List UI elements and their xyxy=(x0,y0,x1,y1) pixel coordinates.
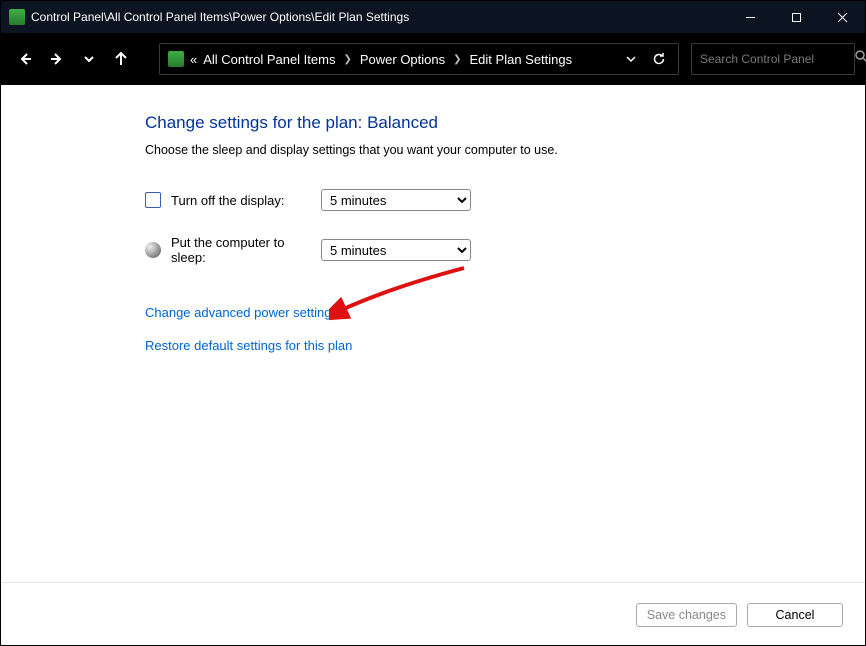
chevron-right-icon[interactable]: ❯ xyxy=(451,54,463,65)
save-button: Save changes xyxy=(636,603,737,627)
action-row: Save changes Cancel xyxy=(636,603,843,627)
titlebar: Control Panel\All Control Panel Items\Po… xyxy=(1,1,865,33)
back-button[interactable] xyxy=(11,45,39,73)
setting-label: Turn off the display: xyxy=(171,193,321,208)
monitor-icon xyxy=(145,192,161,208)
address-dropdown-button[interactable] xyxy=(620,54,642,64)
chevron-right-icon[interactable]: ❯ xyxy=(341,54,353,65)
address-bar[interactable]: « All Control Panel Items ❯ Power Option… xyxy=(159,43,679,75)
forward-button[interactable] xyxy=(43,45,71,73)
recent-locations-button[interactable] xyxy=(75,45,103,73)
restore-defaults-link[interactable]: Restore default settings for this plan xyxy=(145,338,352,353)
window-title: Control Panel\All Control Panel Items\Po… xyxy=(31,10,409,24)
search-input[interactable] xyxy=(700,52,855,66)
breadcrumb-prefix: « xyxy=(190,52,197,67)
moon-icon xyxy=(145,242,161,258)
window: Control Panel\All Control Panel Items\Po… xyxy=(0,0,866,646)
setting-sleep: Put the computer to sleep: 5 minutes xyxy=(145,235,865,265)
navbar: « All Control Panel Items ❯ Power Option… xyxy=(1,33,865,85)
close-button[interactable] xyxy=(819,1,865,33)
page-subtitle: Choose the sleep and display settings th… xyxy=(145,143,865,157)
up-button[interactable] xyxy=(107,45,135,73)
display-off-select[interactable]: 5 minutes xyxy=(321,189,471,211)
maximize-button[interactable] xyxy=(773,1,819,33)
content-area: Change settings for the plan: Balanced C… xyxy=(1,85,865,645)
cancel-button[interactable]: Cancel xyxy=(747,603,843,627)
search-box[interactable] xyxy=(691,43,855,75)
search-icon xyxy=(855,50,866,68)
divider xyxy=(1,582,865,583)
sleep-select[interactable]: 5 minutes xyxy=(321,239,471,261)
advanced-settings-link[interactable]: Change advanced power settings xyxy=(145,305,338,320)
page-title: Change settings for the plan: Balanced xyxy=(145,113,865,133)
breadcrumb-item[interactable]: Power Options xyxy=(360,52,445,67)
setting-label: Put the computer to sleep: xyxy=(171,235,321,265)
minimize-button[interactable] xyxy=(727,1,773,33)
setting-display-off: Turn off the display: 5 minutes xyxy=(145,189,865,211)
breadcrumb-item[interactable]: All Control Panel Items xyxy=(203,52,335,67)
app-icon xyxy=(9,9,25,25)
breadcrumb-item[interactable]: Edit Plan Settings xyxy=(470,52,573,67)
refresh-button[interactable] xyxy=(648,52,670,66)
address-icon xyxy=(168,51,184,67)
